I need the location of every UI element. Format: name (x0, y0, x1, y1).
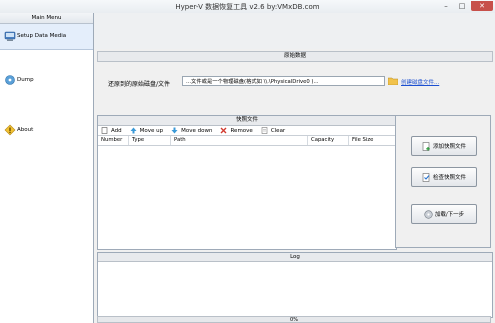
check-snapshot-label: 检查快照文件 (432, 175, 466, 181)
close-button[interactable]: ✕ (471, 1, 493, 11)
clear-icon (261, 127, 268, 134)
add-snapshot-label: 添加快照文件 (432, 144, 466, 150)
column-type[interactable]: Type (129, 136, 171, 145)
column-capacity[interactable]: Capacity (308, 136, 349, 145)
menu-item-setup-data-media[interactable]: Setup Data Media (0, 24, 93, 50)
move-down-label: Move down (181, 127, 213, 134)
disc-icon (424, 209, 433, 219)
remove-label: Remove (230, 127, 253, 134)
clear-button[interactable]: Clear (261, 127, 285, 134)
minimize-button[interactable]: – (438, 1, 454, 11)
create-disk-file-link[interactable]: 创建磁盘文件... (401, 78, 439, 86)
document-icon (101, 127, 108, 134)
column-file-size[interactable]: File Size (349, 136, 394, 145)
menu-item-label: Setup Data Media (17, 33, 67, 39)
add-snapshot-button[interactable]: 添加快照文件 (411, 136, 477, 156)
menu-header: Main Menu (0, 13, 93, 24)
menu-item-label: Dump (17, 77, 34, 83)
source-path-input[interactable]: ...文件或是一个物理磁盘(格式如 \\.\PhysicalDrive0 )..… (182, 76, 385, 86)
check-snapshot-button[interactable]: 检查快照文件 (411, 167, 477, 187)
snapshot-panel: 快照文件 Add Move up Move down Remove Clear … (97, 115, 397, 250)
window-title: Hyper-V 数据恢复工具 v2.6 by:VMxDB.com (175, 3, 320, 11)
load-next-label: 加载/下一步 (434, 212, 465, 218)
menu-item-label: About (17, 127, 34, 133)
main-panel: 原始数据 还原到的原始磁盘/文件 ...文件或是一个物理磁盘(格式如 \\.\P… (94, 13, 495, 323)
arrow-down-icon (171, 127, 178, 134)
log-panel: Log (97, 252, 493, 318)
dump-icon (5, 75, 15, 85)
arrow-up-icon (130, 127, 137, 134)
move-up-button[interactable]: Move up (130, 127, 163, 134)
check-file-icon (422, 172, 430, 182)
header-band (94, 13, 495, 49)
add-button[interactable]: Add (101, 127, 122, 134)
source-group-title: 原始数据 (97, 51, 493, 62)
column-path[interactable]: Path (171, 136, 308, 145)
snapshot-toolbar: Add Move up Move down Remove Clear (98, 126, 396, 135)
source-label: 还原到的原始磁盘/文件 (108, 81, 171, 88)
snapshot-actions-panel: 添加快照文件 检查快照文件 加载/下一步 (395, 115, 491, 248)
remove-icon (220, 127, 227, 134)
add-file-icon (422, 141, 430, 151)
menu-item-about[interactable]: About (0, 118, 93, 143)
about-icon (4, 124, 16, 136)
progress-bar: 0% (97, 316, 491, 323)
disk-setup-icon (4, 31, 16, 41)
move-up-label: Move up (139, 127, 164, 134)
menu-item-dump[interactable]: Dump (0, 68, 93, 93)
folder-icon[interactable] (388, 77, 398, 85)
move-down-button[interactable]: Move down (171, 127, 212, 134)
column-number[interactable]: Number (98, 136, 129, 145)
load-next-button[interactable]: 加载/下一步 (411, 204, 477, 224)
maximize-button[interactable]: □ (454, 1, 470, 11)
log-title: Log (98, 253, 492, 262)
snapshot-table-header: Number Type Path Capacity File Size (98, 135, 396, 146)
add-label: Add (111, 127, 122, 134)
main-menu: Main Menu Setup Data Media Dump About (0, 13, 94, 323)
snapshot-panel-title: 快照文件 (98, 116, 396, 126)
title-bar: Hyper-V 数据恢复工具 v2.6 by:VMxDB.com – □ ✕ (0, 0, 495, 14)
progress-text: 0% (290, 317, 298, 323)
remove-button[interactable]: Remove (220, 127, 253, 134)
clear-label: Clear (270, 127, 286, 134)
